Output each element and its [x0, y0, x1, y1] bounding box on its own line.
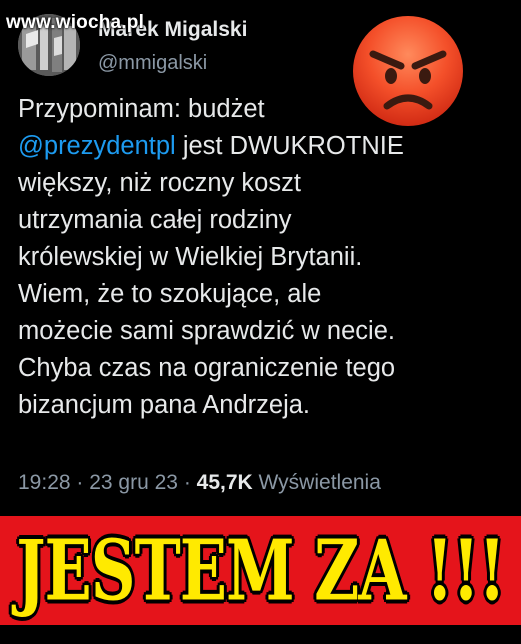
tweet-line: @prezydentpl jest DWUKROTNIE — [18, 128, 513, 165]
tweet-line: Wiem, że to szokujące, ale — [18, 276, 513, 313]
tweet-line: bizancjum pana Andrzeja. — [18, 387, 513, 424]
tweet-line: Przypominam: budżet — [18, 91, 513, 128]
tweet-line-text: bizancjum pana Andrzeja. — [18, 391, 311, 419]
author-handle[interactable]: @mmigalski — [98, 52, 207, 75]
meta-separator: · — [177, 471, 197, 494]
meta-separator: · — [70, 471, 90, 494]
tweet-line-text: utrzymania całej rodziny — [18, 206, 292, 234]
caption-banner: JESTEM ZA !!! — [0, 516, 521, 625]
caption-text: JESTEM ZA !!! — [16, 521, 506, 620]
views-label: Wyświetlenia — [258, 471, 381, 494]
tweet-line-text: jest DWUKROTNIE — [175, 132, 404, 160]
tweet-line-text: Wiem, że to szokujące, ale — [18, 280, 322, 308]
tweet-meta: 19:28 · 23 gru 23 · 45,7K Wyświetlenia — [18, 471, 381, 495]
tweet-date[interactable]: 23 gru 23 — [89, 471, 178, 494]
tweet-time[interactable]: 19:28 — [18, 471, 71, 494]
tweet-line: królewskiej w Wielkiej Brytanii. — [18, 239, 513, 276]
tweet-line: większy, niż roczny koszt — [18, 165, 513, 202]
tweet-line-text: większy, niż roczny koszt — [18, 169, 301, 197]
tweet-line: możecie sami sprawdzić w necie. — [18, 313, 513, 350]
watermark: www.wiocha.pl — [6, 12, 145, 33]
tweet-line: Chyba czas na ograniczenie tego — [18, 350, 513, 387]
tweet-text: Przypominam: budżet @prezydentpl jest DW… — [18, 91, 513, 424]
tweet-line-text: królewskiej w Wielkiej Brytanii. — [18, 243, 363, 271]
tweet-line-text: Chyba czas na ograniczenie tego — [18, 354, 396, 382]
tweet-card: www.wiocha.pl Marek Migalski @mmigalski … — [0, 0, 521, 510]
views-count: 45,7K — [196, 471, 253, 494]
tweet-line-text: Przypominam: budżet — [18, 95, 265, 123]
tweet-line: utrzymania całej rodziny — [18, 202, 513, 239]
tweet-line-text: możecie sami sprawdzić w necie. — [18, 317, 395, 345]
mention-link[interactable]: @prezydentpl — [18, 132, 176, 160]
bottom-strip — [0, 625, 521, 640]
